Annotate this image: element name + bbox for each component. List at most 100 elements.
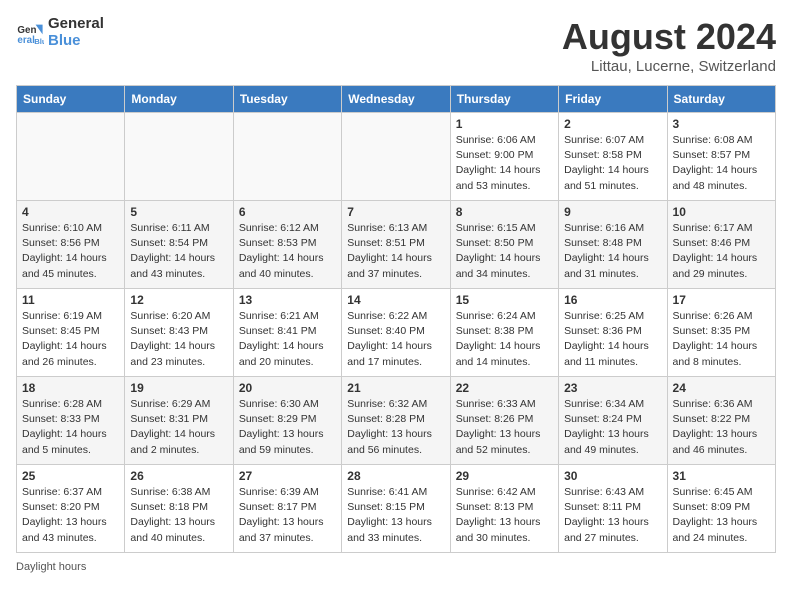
calendar-cell: 31 Sunrise: 6:45 AM Sunset: 8:09 PM Dayli… [667, 465, 775, 553]
day-number: 18 [22, 381, 119, 395]
calendar-cell: 19 Sunrise: 6:29 AM Sunset: 8:31 PM Dayli… [125, 377, 233, 465]
day-number: 28 [347, 469, 444, 483]
svg-text:eral: eral [17, 34, 35, 45]
footer-note: Daylight hours [16, 561, 776, 573]
day-number: 22 [456, 381, 553, 395]
day-number: 30 [564, 469, 661, 483]
calendar-cell: 17 Sunrise: 6:26 AM Sunset: 8:35 PM Dayli… [667, 289, 775, 377]
calendar-cell: 9 Sunrise: 6:16 AM Sunset: 8:48 PM Daylig… [559, 201, 667, 289]
calendar-cell [125, 113, 233, 201]
day-number: 29 [456, 469, 553, 483]
day-number: 16 [564, 293, 661, 307]
calendar-cell: 1 Sunrise: 6:06 AM Sunset: 9:00 PM Daylig… [450, 113, 558, 201]
day-info: Sunrise: 6:21 AM Sunset: 8:41 PM Dayligh… [239, 309, 336, 370]
day-number: 5 [130, 205, 227, 219]
day-info: Sunrise: 6:11 AM Sunset: 8:54 PM Dayligh… [130, 221, 227, 282]
day-info: Sunrise: 6:26 AM Sunset: 8:35 PM Dayligh… [673, 309, 770, 370]
calendar-cell: 23Sunrise: 6:34 AM Sunset: 8:24 PM Dayli… [559, 377, 667, 465]
calendar-cell: 2 Sunrise: 6:07 AM Sunset: 8:58 PM Daylig… [559, 113, 667, 201]
calendar-cell: 26Sunrise: 6:38 AM Sunset: 8:18 PM Dayli… [125, 465, 233, 553]
day-info: Sunrise: 6:28 AM Sunset: 8:33 PM Dayligh… [22, 397, 119, 458]
day-number: 4 [22, 205, 119, 219]
calendar-cell: 3 Sunrise: 6:08 AM Sunset: 8:57 PM Daylig… [667, 113, 775, 201]
calendar-cell: 4 Sunrise: 6:10 AM Sunset: 8:56 PM Daylig… [17, 201, 125, 289]
col-header-wednesday: Wednesday [342, 86, 450, 113]
calendar-cell: 14 Sunrise: 6:22 AM Sunset: 8:40 PM Dayli… [342, 289, 450, 377]
calendar-cell: 6Sunrise: 6:12 AM Sunset: 8:53 PM Daylig… [233, 201, 341, 289]
day-number: 9 [564, 205, 661, 219]
calendar-cell: 16Sunrise: 6:25 AM Sunset: 8:36 PM Dayli… [559, 289, 667, 377]
logo-icon: Gen eral Blue [16, 19, 44, 47]
day-number: 17 [673, 293, 770, 307]
calendar-week-3: 11Sunrise: 6:19 AM Sunset: 8:45 PM Dayli… [17, 289, 776, 377]
calendar-cell: 18 Sunrise: 6:28 AM Sunset: 8:33 PM Dayli… [17, 377, 125, 465]
day-info: Sunrise: 6:41 AM Sunset: 8:15 PM Dayligh… [347, 485, 444, 546]
calendar-cell: 15Sunrise: 6:24 AM Sunset: 8:38 PM Dayli… [450, 289, 558, 377]
calendar-header-row: SundayMondayTuesdayWednesdayThursdayFrid… [17, 86, 776, 113]
calendar-cell [342, 113, 450, 201]
calendar-cell [17, 113, 125, 201]
calendar-cell: 10Sunrise: 6:17 AM Sunset: 8:46 PM Dayli… [667, 201, 775, 289]
day-number: 12 [130, 293, 227, 307]
month-year-title: August 2024 [562, 16, 776, 58]
day-number: 8 [456, 205, 553, 219]
day-number: 31 [673, 469, 770, 483]
logo-text: General Blue [48, 16, 104, 49]
calendar-cell: 20 Sunrise: 6:30 AM Sunset: 8:29 PM Dayli… [233, 377, 341, 465]
daylight-note: Daylight hours [16, 561, 86, 573]
day-info: Sunrise: 6:07 AM Sunset: 8:58 PM Dayligh… [564, 133, 661, 194]
calendar-week-1: 1 Sunrise: 6:06 AM Sunset: 9:00 PM Daylig… [17, 113, 776, 201]
day-number: 2 [564, 117, 661, 131]
day-number: 20 [239, 381, 336, 395]
calendar-cell: 7Sunrise: 6:13 AM Sunset: 8:51 PM Daylig… [342, 201, 450, 289]
day-number: 25 [22, 469, 119, 483]
day-info: Sunrise: 6:24 AM Sunset: 8:38 PM Dayligh… [456, 309, 553, 370]
calendar-cell: 25 Sunrise: 6:37 AM Sunset: 8:20 PM Dayli… [17, 465, 125, 553]
calendar-cell: 13Sunrise: 6:21 AM Sunset: 8:41 PM Dayli… [233, 289, 341, 377]
calendar-week-2: 4 Sunrise: 6:10 AM Sunset: 8:56 PM Daylig… [17, 201, 776, 289]
col-header-saturday: Saturday [667, 86, 775, 113]
day-number: 14 [347, 293, 444, 307]
calendar-cell: 29 Sunrise: 6:42 AM Sunset: 8:13 PM Dayli… [450, 465, 558, 553]
col-header-thursday: Thursday [450, 86, 558, 113]
day-info: Sunrise: 6:36 AM Sunset: 8:22 PM Dayligh… [673, 397, 770, 458]
day-info: Sunrise: 6:06 AM Sunset: 9:00 PM Dayligh… [456, 133, 553, 194]
day-info: Sunrise: 6:16 AM Sunset: 8:48 PM Dayligh… [564, 221, 661, 282]
day-info: Sunrise: 6:34 AM Sunset: 8:24 PM Dayligh… [564, 397, 661, 458]
day-number: 24 [673, 381, 770, 395]
day-number: 3 [673, 117, 770, 131]
day-info: Sunrise: 6:20 AM Sunset: 8:43 PM Dayligh… [130, 309, 227, 370]
day-info: Sunrise: 6:38 AM Sunset: 8:18 PM Dayligh… [130, 485, 227, 546]
day-number: 27 [239, 469, 336, 483]
day-info: Sunrise: 6:22 AM Sunset: 8:40 PM Dayligh… [347, 309, 444, 370]
calendar-cell: 30Sunrise: 6:43 AM Sunset: 8:11 PM Dayli… [559, 465, 667, 553]
day-info: Sunrise: 6:08 AM Sunset: 8:57 PM Dayligh… [673, 133, 770, 194]
day-info: Sunrise: 6:45 AM Sunset: 8:09 PM Dayligh… [673, 485, 770, 546]
day-number: 7 [347, 205, 444, 219]
calendar-cell: 5 Sunrise: 6:11 AM Sunset: 8:54 PM Daylig… [125, 201, 233, 289]
day-info: Sunrise: 6:19 AM Sunset: 8:45 PM Dayligh… [22, 309, 119, 370]
svg-text:Blue: Blue [34, 37, 44, 46]
col-header-sunday: Sunday [17, 86, 125, 113]
calendar-week-5: 25 Sunrise: 6:37 AM Sunset: 8:20 PM Dayli… [17, 465, 776, 553]
calendar-week-4: 18 Sunrise: 6:28 AM Sunset: 8:33 PM Dayli… [17, 377, 776, 465]
day-info: Sunrise: 6:42 AM Sunset: 8:13 PM Dayligh… [456, 485, 553, 546]
day-info: Sunrise: 6:30 AM Sunset: 8:29 PM Dayligh… [239, 397, 336, 458]
day-number: 1 [456, 117, 553, 131]
day-info: Sunrise: 6:15 AM Sunset: 8:50 PM Dayligh… [456, 221, 553, 282]
day-info: Sunrise: 6:12 AM Sunset: 8:53 PM Dayligh… [239, 221, 336, 282]
day-info: Sunrise: 6:29 AM Sunset: 8:31 PM Dayligh… [130, 397, 227, 458]
col-header-monday: Monday [125, 86, 233, 113]
calendar-cell: 11Sunrise: 6:19 AM Sunset: 8:45 PM Dayli… [17, 289, 125, 377]
calendar-table: SundayMondayTuesdayWednesdayThursdayFrid… [16, 85, 776, 553]
day-info: Sunrise: 6:32 AM Sunset: 8:28 PM Dayligh… [347, 397, 444, 458]
day-info: Sunrise: 6:37 AM Sunset: 8:20 PM Dayligh… [22, 485, 119, 546]
day-info: Sunrise: 6:10 AM Sunset: 8:56 PM Dayligh… [22, 221, 119, 282]
logo-general: General [48, 16, 104, 33]
day-number: 21 [347, 381, 444, 395]
logo-blue: Blue [48, 33, 104, 50]
location-subtitle: Littau, Lucerne, Switzerland [562, 58, 776, 75]
logo: Gen eral Blue General Blue [16, 16, 104, 49]
day-number: 19 [130, 381, 227, 395]
title-block: August 2024 Littau, Lucerne, Switzerland [562, 16, 776, 75]
